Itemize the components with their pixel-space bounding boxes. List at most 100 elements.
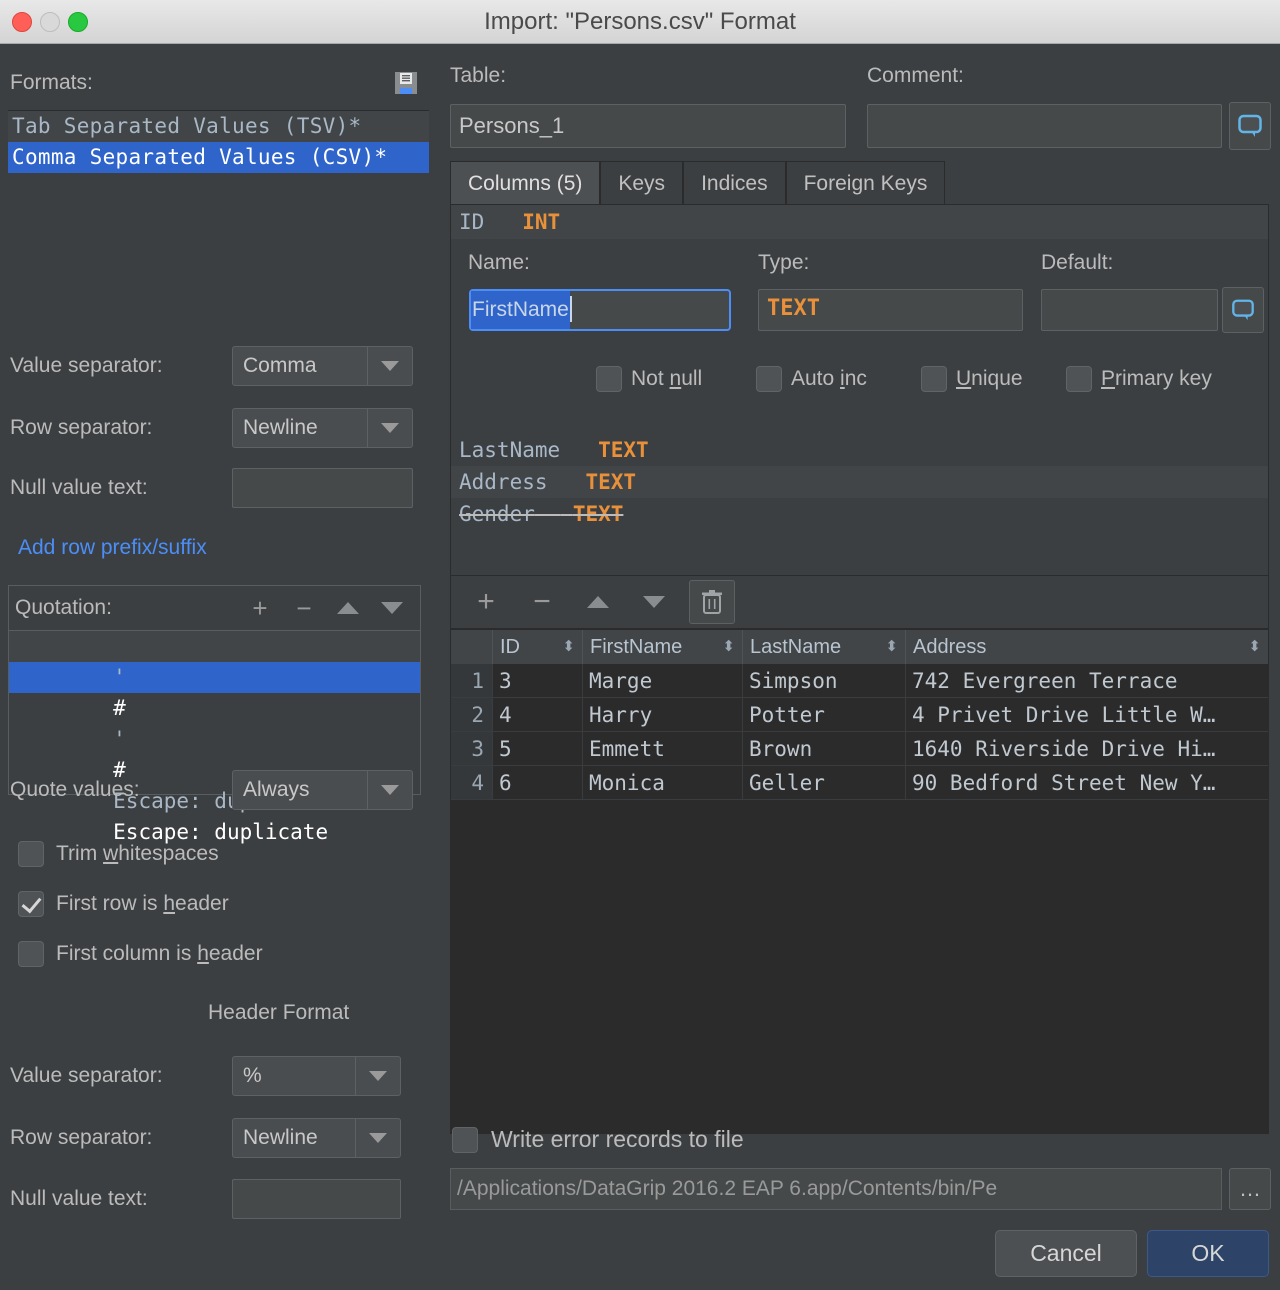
column-default-label: Default: (1041, 251, 1113, 275)
column-default-input[interactable] (1041, 289, 1218, 331)
move-up-icon[interactable] (326, 602, 370, 614)
grid-header-cell[interactable]: Address ⬍ (906, 630, 1268, 664)
checkbox-box[interactable] (596, 366, 622, 392)
first-column-is-header-label: First column is header (56, 942, 263, 966)
table-row[interactable]: 3 5 Emmett Brown 1640 Riverside Drive Hi… (451, 732, 1268, 766)
list-item[interactable]: Gender TEXT (451, 498, 1268, 530)
remove-quotation-icon[interactable]: − (282, 593, 326, 624)
list-item[interactable]: Comma Separated Values (CSV)* (8, 142, 429, 173)
first-row-is-header-checkbox[interactable]: First row is header (18, 891, 229, 917)
ok-button[interactable]: OK (1147, 1230, 1269, 1277)
comment-input[interactable] (867, 104, 1222, 148)
tab-keys[interactable]: Keys (600, 161, 683, 205)
formats-label: Formats: (10, 71, 93, 95)
table-name-input[interactable]: Persons_1 (450, 104, 846, 148)
list-item[interactable]: LastName TEXT (451, 434, 1268, 466)
trim-whitespaces-checkbox[interactable]: Trim whitespaces (18, 841, 219, 867)
cell-lastname[interactable]: Potter (743, 698, 906, 731)
move-down-icon[interactable] (629, 596, 679, 608)
comment-bubble-icon[interactable] (1229, 102, 1271, 150)
header-null-value-text-input[interactable] (232, 1179, 401, 1219)
grid-header-cell[interactable]: ID ⬍ (493, 630, 583, 664)
null-value-text-input[interactable] (232, 468, 413, 508)
quotation-panel: Quotation: + − ' ' Escape: duplicate # #… (8, 585, 421, 795)
cell-firstname[interactable]: Monica (583, 766, 743, 799)
checkbox-box[interactable] (452, 1127, 478, 1153)
delete-trash-icon[interactable] (689, 580, 735, 624)
checkbox-box[interactable] (18, 941, 44, 967)
cell-address[interactable]: 742 Evergreen Terrace (906, 664, 1268, 697)
unique-checkbox[interactable]: Unique (921, 366, 1023, 392)
null-value-text-row: Null value text: (10, 468, 430, 508)
first-column-is-header-checkbox[interactable]: First column is header (18, 941, 263, 967)
cell-firstname[interactable]: Harry (583, 698, 743, 731)
default-comment-bubble-icon[interactable] (1222, 287, 1264, 333)
chevron-down-icon[interactable] (367, 771, 412, 809)
cell-firstname[interactable]: Marge (583, 664, 743, 697)
browse-file-button[interactable]: … (1229, 1168, 1271, 1210)
grid-header-cell[interactable]: LastName ⬍ (743, 630, 906, 664)
value-separator-select[interactable]: Comma (232, 346, 413, 386)
table-row[interactable]: 1 3 Marge Simpson 742 Evergreen Terrace (451, 664, 1268, 698)
header-row-separator-select[interactable]: Newline (232, 1118, 401, 1158)
row-separator-value: Newline (233, 409, 367, 447)
chevron-down-icon[interactable] (355, 1057, 400, 1095)
error-file-path-input[interactable]: /Applications/DataGrip 2016.2 EAP 6.app/… (450, 1168, 1222, 1210)
list-item[interactable]: Address TEXT (451, 466, 1268, 498)
column-type-input[interactable]: TEXT (758, 289, 1023, 331)
cell-id[interactable]: 6 (493, 766, 583, 799)
formats-list[interactable]: Tab Separated Values (TSV)* Comma Separa… (8, 110, 429, 310)
checkbox-box[interactable] (756, 366, 782, 392)
write-error-records-checkbox[interactable]: Write error records to file (452, 1126, 744, 1153)
cell-id[interactable]: 4 (493, 698, 583, 731)
cell-address[interactable]: 4 Privet Drive Little W… (906, 698, 1268, 731)
add-column-icon[interactable]: + (461, 585, 511, 619)
not-null-checkbox[interactable]: Not null (596, 366, 702, 392)
sort-toggle-icon[interactable]: ⬍ (562, 630, 575, 664)
auto-inc-checkbox[interactable]: Auto inc (756, 366, 867, 392)
cell-id[interactable]: 5 (493, 732, 583, 765)
chevron-down-icon[interactable] (367, 347, 412, 385)
cancel-button[interactable]: Cancel (995, 1230, 1137, 1277)
header-value-separator-select[interactable]: % (232, 1056, 401, 1096)
selected-column-row[interactable]: ID INT (451, 205, 1268, 239)
cell-lastname[interactable]: Simpson (743, 664, 906, 697)
grid-header-cell[interactable]: FirstName ⬍ (583, 630, 743, 664)
list-item[interactable]: Tab Separated Values (TSV)* (8, 111, 429, 142)
tab-foreign-keys[interactable]: Foreign Keys (786, 161, 946, 205)
column-name-input[interactable]: FirstName (469, 289, 731, 331)
first-row-is-header-label: First row is header (56, 892, 229, 916)
tab-indices[interactable]: Indices (683, 161, 786, 205)
sort-toggle-icon[interactable]: ⬍ (1248, 630, 1261, 664)
sort-toggle-icon[interactable]: ⬍ (885, 630, 898, 664)
chevron-down-icon[interactable] (355, 1119, 400, 1157)
move-up-icon[interactable] (573, 596, 623, 608)
checkbox-box[interactable] (18, 891, 44, 917)
checkbox-box[interactable] (18, 841, 44, 867)
cell-lastname[interactable]: Geller (743, 766, 906, 799)
data-preview-grid[interactable]: ID ⬍ FirstName ⬍ LastName ⬍ Address ⬍ 1 … (450, 629, 1269, 1134)
checkbox-box[interactable] (1066, 366, 1092, 392)
sort-toggle-icon[interactable]: ⬍ (722, 630, 735, 664)
table-row[interactable]: 4 6 Monica Geller 90 Bedford Street New … (451, 766, 1268, 800)
add-row-prefix-suffix-link[interactable]: Add row prefix/suffix (18, 536, 207, 560)
remove-column-icon[interactable]: − (517, 585, 567, 619)
quotation-list[interactable]: ' ' Escape: duplicate # # Escape: duplic… (9, 631, 420, 693)
add-quotation-icon[interactable]: + (238, 593, 282, 624)
checkbox-box[interactable] (921, 366, 947, 392)
cell-address[interactable]: 1640 Riverside Drive Hi… (906, 732, 1268, 765)
cell-firstname[interactable]: Emmett (583, 732, 743, 765)
cell-id[interactable]: 3 (493, 664, 583, 697)
cell-address[interactable]: 90 Bedford Street New Y… (906, 766, 1268, 799)
tab-columns[interactable]: Columns (5) (450, 161, 600, 205)
save-floppy-icon[interactable] (392, 69, 420, 97)
primary-key-checkbox[interactable]: Primary key (1066, 366, 1212, 392)
move-down-icon[interactable] (370, 602, 414, 614)
row-separator-select[interactable]: Newline (232, 408, 413, 448)
quote-values-select[interactable]: Always (232, 770, 413, 810)
list-item[interactable]: ' ' Escape: duplicate (9, 631, 420, 662)
table-detail-tabs[interactable]: Columns (5) Keys Indices Foreign Keys (450, 161, 945, 205)
cell-lastname[interactable]: Brown (743, 732, 906, 765)
chevron-down-icon[interactable] (367, 409, 412, 447)
table-row[interactable]: 2 4 Harry Potter 4 Privet Drive Little W… (451, 698, 1268, 732)
